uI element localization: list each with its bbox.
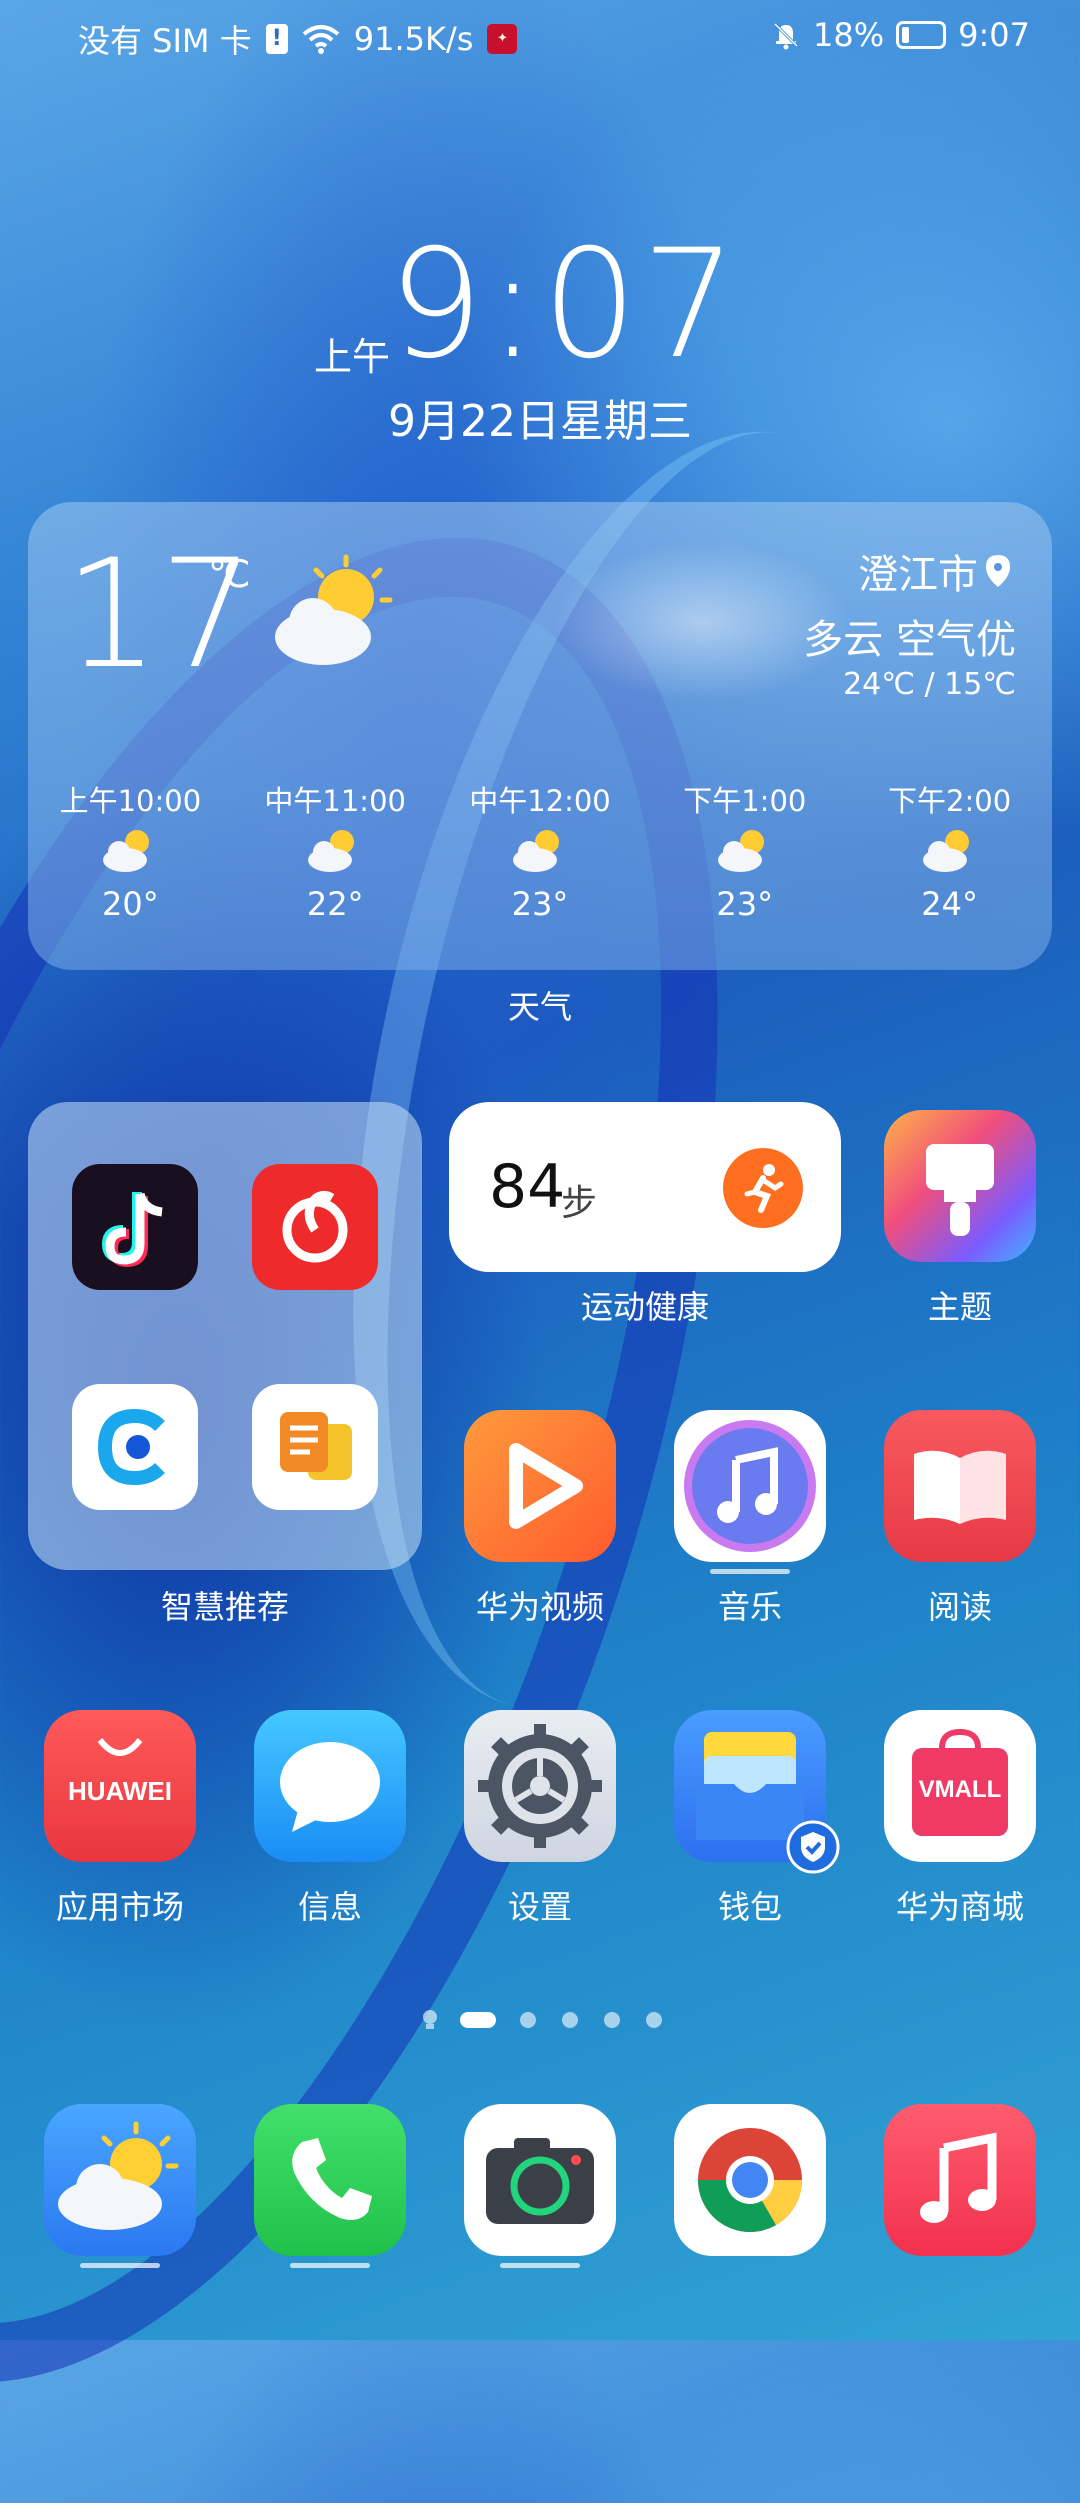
hour-time: 中午11:00: [264, 784, 406, 818]
music-app-icon[interactable]: [674, 1410, 826, 1562]
dock-phone-app-icon[interactable]: [254, 2104, 406, 2256]
clock-ampm: 上午: [314, 335, 391, 379]
settings-label: 设置: [507, 1888, 572, 1926]
hour-time: 下午1:00: [683, 784, 807, 818]
hour-temp: 23°: [511, 885, 569, 923]
messages-label: 信息: [297, 1888, 362, 1926]
partly-cloudy-icon: [512, 830, 559, 872]
weather-widget[interactable]: 17 ℃ 澄江市 多云 空气优 24℃ / 15℃ 上午10:00 20° 中午…: [28, 502, 1052, 970]
temp-range: 24℃ / 15℃: [843, 667, 1016, 702]
hour-temp: 22°: [306, 885, 364, 923]
page-dot[interactable]: [562, 2012, 578, 2028]
health-label: 运动健康: [580, 1288, 709, 1326]
step-count: 84: [489, 1152, 566, 1222]
hour-time: 中午12:00: [469, 784, 611, 818]
hour-temp: 24°: [921, 885, 978, 923]
appmarket-label: 应用市场: [55, 1888, 184, 1926]
partly-cloudy-icon: [275, 554, 393, 665]
theme-app-icon[interactable]: [884, 1110, 1036, 1262]
video-label: 华为视频: [475, 1588, 604, 1626]
partly-cloudy-icon: [717, 830, 764, 872]
mute-bell-icon: [773, 22, 799, 50]
hourly-forecast: 上午10:00 20° 中午11:00 22° 中午12:00 23° 下午1:…: [28, 778, 1052, 923]
page-indicator[interactable]: [0, 2008, 1080, 2029]
hourly-item: 上午10:00 20°: [50, 778, 210, 923]
dock-weather-app-icon[interactable]: [44, 2104, 196, 2256]
clock-date: 9月22日星期三: [388, 396, 692, 447]
hour-temp: 20°: [102, 885, 159, 923]
hourly-item: 下午2:00 24°: [870, 778, 1030, 923]
hourly-item: 中午11:00 22°: [255, 778, 415, 923]
page-dot[interactable]: [646, 2012, 662, 2028]
app-gallery-logo-text: HUAWEI: [68, 1776, 172, 1806]
phone-running-indicator: [290, 2263, 370, 2268]
page-dot[interactable]: [520, 2012, 536, 2028]
running-icon: [723, 1148, 803, 1228]
vmall-app-icon[interactable]: VMALL: [884, 1710, 1036, 1862]
battery-icon: [896, 21, 947, 49]
vmall-label: 华为商城: [895, 1888, 1024, 1926]
page-dot[interactable]: [604, 2012, 620, 2028]
hourly-item: 中午12:00 23°: [460, 778, 620, 923]
net-speed: 91.5K/s: [353, 20, 474, 58]
music-running-indicator: [710, 1569, 790, 1574]
messages-app-icon[interactable]: [254, 1710, 406, 1862]
notification-app-icon: ✦: [487, 24, 518, 54]
hour-temp: 23°: [716, 885, 774, 923]
partly-cloudy-icon: [103, 830, 150, 872]
smart-suggestions-folder[interactable]: [28, 1102, 422, 1570]
dock-chrome-app-icon[interactable]: [674, 2104, 826, 2256]
weather-condition: 多云 空气优: [803, 617, 1016, 663]
health-steps-widget[interactable]: 84 步: [449, 1102, 841, 1272]
camera-running-indicator: [500, 2263, 580, 2268]
status-time: 9:07: [958, 16, 1030, 54]
hour-time: 上午10:00: [59, 784, 202, 818]
carrier-text: 没有 SIM 卡: [78, 22, 252, 60]
weather-widget-label: 天气: [507, 988, 572, 1026]
weather-city: 澄江市: [858, 542, 1012, 600]
dock-camera-app-icon[interactable]: [464, 2104, 616, 2256]
step-unit: 步: [561, 1183, 598, 1224]
huawei-video-app-icon[interactable]: [464, 1410, 616, 1562]
hour-time: 下午2:00: [888, 784, 1012, 818]
settings-app-icon[interactable]: [464, 1710, 616, 1862]
tiktok-app-icon[interactable]: [72, 1164, 198, 1290]
weather-running-indicator: [80, 2263, 160, 2268]
reader-app-icon[interactable]: [884, 1410, 1036, 1562]
theme-label: 主题: [927, 1288, 992, 1326]
city-name: 澄江市: [858, 552, 978, 598]
app-gallery-icon[interactable]: HUAWEI: [44, 1710, 196, 1862]
page-dot-active[interactable]: [460, 2012, 496, 2028]
reader-label: 阅读: [927, 1588, 992, 1626]
notes-app-icon[interactable]: [252, 1384, 378, 1510]
location-pin-icon: [986, 555, 1010, 587]
partly-cloudy-icon: [922, 830, 969, 872]
hourly-item: 下午1:00 23°: [665, 778, 825, 923]
vmall-logo-text: VMALL: [918, 1776, 1002, 1803]
wallet-app-icon[interactable]: [674, 1710, 840, 1874]
temp-unit: ℃: [208, 552, 251, 596]
sim-alert-icon: !: [265, 24, 288, 54]
wallet-label: 钱包: [717, 1888, 782, 1926]
browser-c-app-icon[interactable]: [72, 1384, 198, 1510]
netease-music-app-icon[interactable]: [252, 1164, 378, 1290]
shield-check-icon: [786, 1820, 840, 1874]
battery-percent: 18%: [813, 16, 885, 54]
wifi-icon: [302, 25, 339, 54]
clock-time: 9:07: [388, 218, 741, 392]
status-bar: 没有 SIM 卡 ! 91.5K/s ✦ 18% 9:07: [0, 0, 1080, 74]
folder-label: 智慧推荐: [160, 1588, 289, 1626]
partly-cloudy-icon: [308, 830, 355, 872]
hint-bulb-icon: [423, 2010, 437, 2029]
dock-music-app-icon[interactable]: [884, 2104, 1036, 2256]
music-label: 音乐: [717, 1588, 782, 1626]
